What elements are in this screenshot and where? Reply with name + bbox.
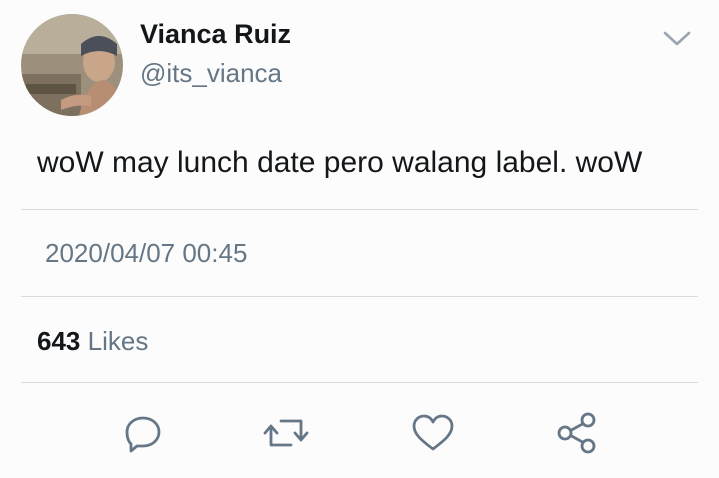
avatar-photo xyxy=(21,14,123,116)
display-name[interactable]: Vianca Ruiz xyxy=(140,19,291,50)
tweet-card: Vianca Ruiz @its_vianca woW may lunch da… xyxy=(0,0,719,478)
avatar[interactable] xyxy=(21,14,123,116)
likes-count: 643 xyxy=(37,326,81,356)
like-icon xyxy=(412,414,454,451)
likes-stat[interactable]: 643 Likes xyxy=(37,326,148,357)
divider xyxy=(21,382,698,383)
tweet-text: woW may lunch date pero walang label. wo… xyxy=(37,146,643,179)
divider xyxy=(21,209,698,210)
like-button[interactable] xyxy=(410,410,456,456)
reply-button[interactable] xyxy=(120,410,166,456)
retweet-button[interactable] xyxy=(263,410,309,456)
user-handle[interactable]: @its_vianca xyxy=(140,58,282,89)
reply-icon xyxy=(125,416,161,453)
share-button[interactable] xyxy=(554,410,600,456)
retweet-icon xyxy=(263,419,309,447)
likes-label: Likes xyxy=(87,326,149,356)
share-icon xyxy=(557,412,596,454)
divider xyxy=(21,296,698,297)
tweet-timestamp: 2020/04/07 00:45 xyxy=(45,238,248,268)
chevron-down-icon[interactable] xyxy=(661,27,693,49)
